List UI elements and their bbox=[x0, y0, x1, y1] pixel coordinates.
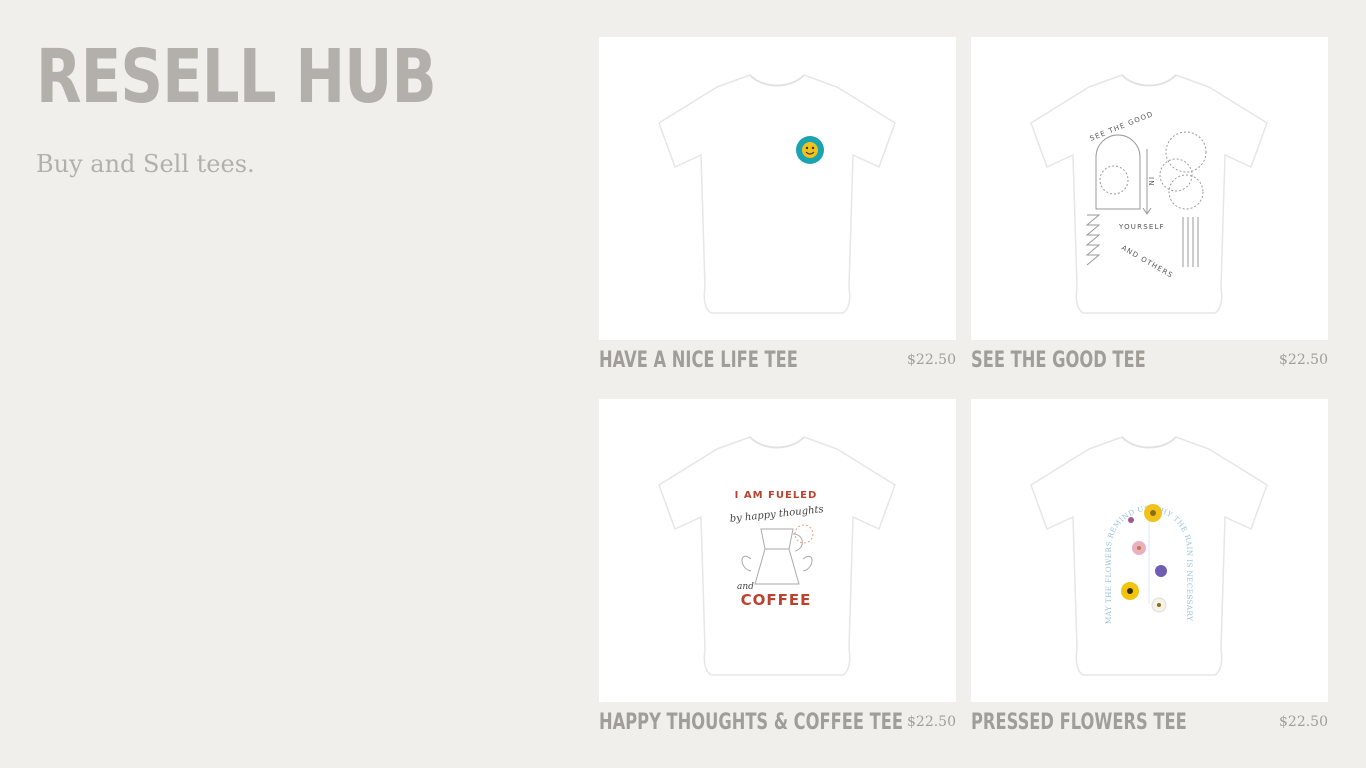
print-text: I AM FUELED bbox=[735, 490, 818, 501]
tshirt-image: I AM FUELED by happy thoughts and COFFEE bbox=[658, 436, 896, 676]
product-meta: PRESSED FLOWERS TEE $22.50 bbox=[971, 702, 1328, 742]
product-image[interactable]: SEE THE GOOD IN YOURSELF AND OTHERS bbox=[971, 37, 1328, 340]
print-text: COFFEE bbox=[741, 591, 812, 609]
product-image[interactable] bbox=[599, 37, 956, 340]
product-price: $22.50 bbox=[907, 352, 956, 368]
product-image[interactable]: I AM FUELED by happy thoughts and COFFEE bbox=[599, 399, 956, 702]
tagline: Buy and Sell tees. bbox=[36, 150, 255, 178]
tshirt-image: SEE THE GOOD IN YOURSELF AND OTHERS bbox=[1030, 74, 1268, 314]
smiley-badge-icon bbox=[796, 136, 824, 164]
brand-title: RESELL HUB bbox=[36, 34, 437, 120]
product-meta: SEE THE GOOD TEE $22.50 bbox=[971, 340, 1328, 380]
tshirt-image: MAY THE FLOWERS REMIND US WHY THE RAIN I… bbox=[1030, 436, 1268, 676]
product-price: $22.50 bbox=[1279, 352, 1328, 368]
product-card[interactable]: I AM FUELED by happy thoughts and COFFEE… bbox=[599, 399, 956, 742]
print-text: YOURSELF bbox=[1118, 223, 1165, 231]
product-price: $22.50 bbox=[1279, 714, 1328, 730]
product-title[interactable]: PRESSED FLOWERS TEE bbox=[971, 710, 1187, 735]
product-price: $22.50 bbox=[907, 714, 956, 730]
product-title[interactable]: HAVE A NICE LIFE TEE bbox=[599, 348, 798, 373]
product-meta: HAVE A NICE LIFE TEE $22.50 bbox=[599, 340, 956, 380]
product-image[interactable]: MAY THE FLOWERS REMIND US WHY THE RAIN I… bbox=[971, 399, 1328, 702]
tshirt-image bbox=[658, 74, 896, 314]
product-card[interactable]: SEE THE GOOD IN YOURSELF AND OTHERS SEE … bbox=[971, 37, 1328, 380]
product-title[interactable]: HAPPY THOUGHTS & COFFEE TEE bbox=[599, 710, 903, 735]
product-title[interactable]: SEE THE GOOD TEE bbox=[971, 348, 1146, 373]
print-text: IN bbox=[1147, 177, 1155, 187]
product-meta: HAPPY THOUGHTS & COFFEE TEE $22.50 bbox=[599, 702, 956, 742]
product-card[interactable]: HAVE A NICE LIFE TEE $22.50 bbox=[599, 37, 956, 380]
product-card[interactable]: MAY THE FLOWERS REMIND US WHY THE RAIN I… bbox=[971, 399, 1328, 742]
